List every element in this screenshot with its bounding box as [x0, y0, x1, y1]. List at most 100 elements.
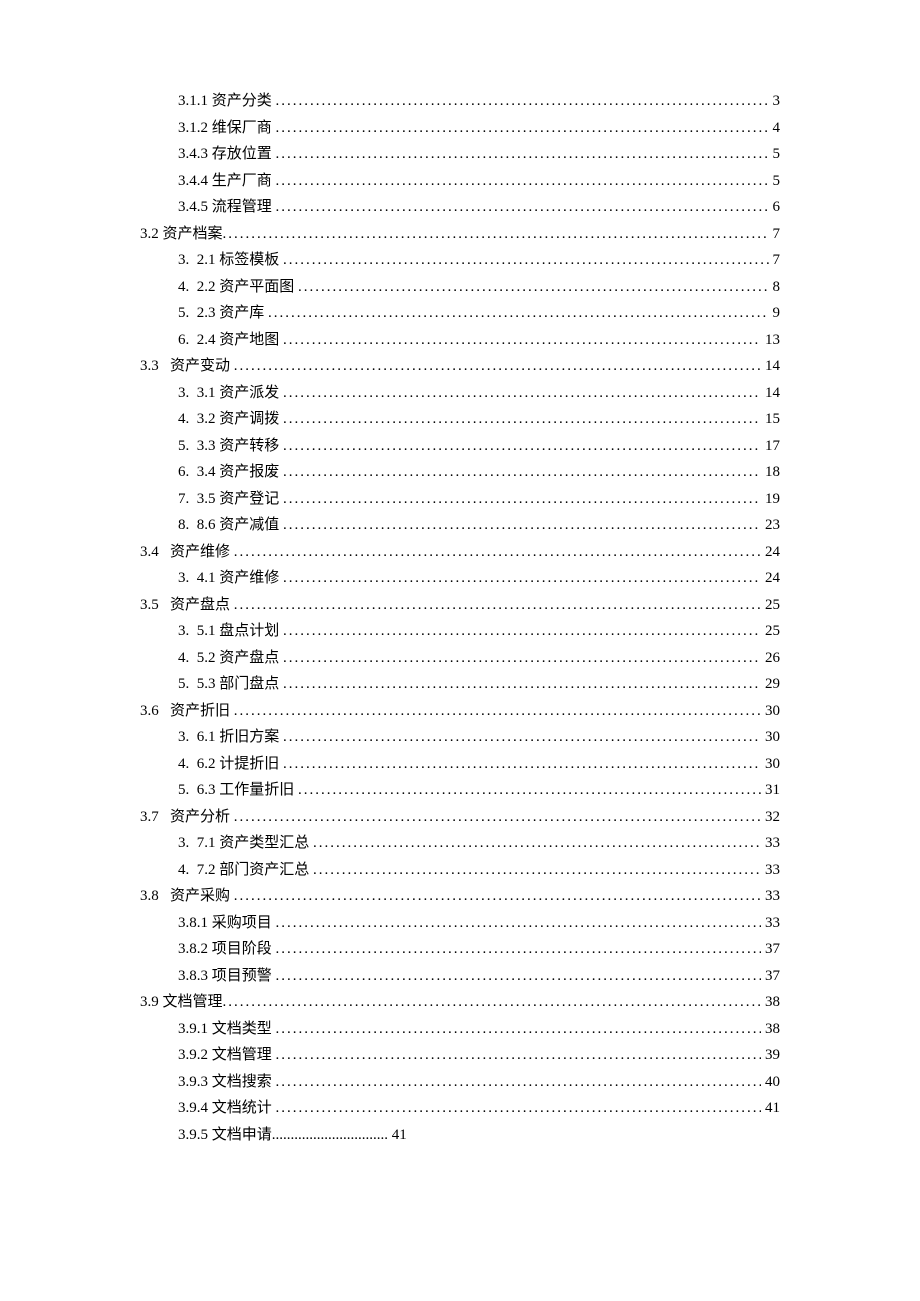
toc-entry[interactable]: 3. 5.1 盘点计划 25	[140, 618, 780, 645]
toc-label: 3.8.3 项目预警	[178, 963, 276, 990]
toc-page-number: 31	[761, 777, 780, 804]
toc-leader-dots	[234, 592, 761, 619]
toc-entry[interactable]: 3.2 资产档案7	[140, 221, 780, 248]
toc-entry[interactable]: 5. 6.3 工作量折旧 31	[140, 777, 780, 804]
toc-label: 3.9.5 文档申请..............................…	[178, 1122, 407, 1149]
toc-leader-dots	[283, 565, 761, 592]
toc-page-number: 30	[761, 724, 780, 751]
toc-label: 3. 4.1 资产维修	[178, 565, 283, 592]
toc-leader-dots	[283, 751, 761, 778]
toc-entry[interactable]: 3.3 资产变动 14	[140, 353, 780, 380]
toc-label: 4. 7.2 部门资产汇总	[178, 857, 313, 884]
toc-label: 3.8.2 项目阶段	[178, 936, 276, 963]
toc-label: 3.6 资产折旧	[140, 698, 234, 725]
toc-entry[interactable]: 3.8.1 采购项目 33	[140, 910, 780, 937]
toc-entry[interactable]: 4. 2.2 资产平面图 8	[140, 274, 780, 301]
toc-label: 3.8.1 采购项目	[178, 910, 276, 937]
toc-container: 3.1.1 资产分类 33.1.2 维保厂商 43.4.3 存放位置 53.4.…	[140, 88, 780, 1148]
toc-label: 3.4 资产维修	[140, 539, 234, 566]
toc-leader-dots	[276, 1069, 761, 1096]
toc-entry[interactable]: 4. 6.2 计提折旧 30	[140, 751, 780, 778]
toc-entry[interactable]: 5. 2.3 资产库 9	[140, 300, 780, 327]
toc-entry[interactable]: 3. 3.1 资产派发 14	[140, 380, 780, 407]
toc-label: 4. 5.2 资产盘点	[178, 645, 283, 672]
toc-entry[interactable]: 3. 4.1 资产维修 24	[140, 565, 780, 592]
toc-label: 4. 2.2 资产平面图	[178, 274, 298, 301]
toc-entry[interactable]: 6. 2.4 资产地图 13	[140, 327, 780, 354]
toc-entry[interactable]: 3.4.3 存放位置 5	[140, 141, 780, 168]
toc-leader-dots	[276, 936, 761, 963]
toc-leader-dots	[223, 989, 761, 1016]
toc-page-number: 30	[761, 751, 780, 778]
toc-entry[interactable]: 3. 6.1 折旧方案 30	[140, 724, 780, 751]
toc-leader-dots	[234, 698, 761, 725]
toc-entry[interactable]: 3.9.3 文档搜索 40	[140, 1069, 780, 1096]
toc-label: 3.9.3 文档搜索	[178, 1069, 276, 1096]
toc-entry[interactable]: 3.6 资产折旧 30	[140, 698, 780, 725]
toc-label: 3.1.1 资产分类	[178, 88, 276, 115]
toc-page-number: 8	[769, 274, 781, 301]
toc-label: 3.9 文档管理	[140, 989, 223, 1016]
toc-label: 6. 2.4 资产地图	[178, 327, 283, 354]
toc-entry[interactable]: 3.9.2 文档管理 39	[140, 1042, 780, 1069]
toc-page-number: 37	[761, 963, 780, 990]
toc-leader-dots	[276, 194, 769, 221]
toc-entry[interactable]: 4. 7.2 部门资产汇总 33	[140, 857, 780, 884]
toc-leader-dots	[313, 830, 761, 857]
toc-entry[interactable]: 6. 3.4 资产报废 18	[140, 459, 780, 486]
toc-page-number: 25	[761, 618, 780, 645]
toc-page-number: 6	[769, 194, 781, 221]
toc-entry[interactable]: 4. 3.2 资产调拨 15	[140, 406, 780, 433]
toc-label: 8. 8.6 资产减值	[178, 512, 283, 539]
toc-entry[interactable]: 3.9.4 文档统计 41	[140, 1095, 780, 1122]
toc-entry[interactable]: 5. 5.3 部门盘点 29	[140, 671, 780, 698]
toc-entry[interactable]: 3.1.1 资产分类 3	[140, 88, 780, 115]
toc-page-number: 15	[761, 406, 780, 433]
toc-page-number: 5	[769, 141, 781, 168]
toc-entry[interactable]: 3.9.1 文档类型 38	[140, 1016, 780, 1043]
toc-leader-dots	[223, 221, 769, 248]
toc-label: 3. 6.1 折旧方案	[178, 724, 283, 751]
toc-label: 4. 3.2 资产调拨	[178, 406, 283, 433]
toc-page-number: 13	[761, 327, 780, 354]
toc-page-number: 7	[769, 247, 781, 274]
toc-label: 3.8 资产采购	[140, 883, 234, 910]
toc-page-number: 24	[761, 539, 780, 566]
toc-entry[interactable]: 3. 2.1 标签模板 7	[140, 247, 780, 274]
toc-page-number: 4	[769, 115, 781, 142]
toc-entry[interactable]: 3. 7.1 资产类型汇总 33	[140, 830, 780, 857]
toc-entry[interactable]: 3.4.5 流程管理 6	[140, 194, 780, 221]
toc-entry[interactable]: 7. 3.5 资产登记 19	[140, 486, 780, 513]
toc-entry[interactable]: 8. 8.6 资产减值 23	[140, 512, 780, 539]
toc-entry[interactable]: 3.4.4 生产厂商 5	[140, 168, 780, 195]
toc-entry[interactable]: 3.9 文档管理38	[140, 989, 780, 1016]
toc-entry[interactable]: 3.8.3 项目预警 37	[140, 963, 780, 990]
toc-entry[interactable]: 5. 3.3 资产转移 17	[140, 433, 780, 460]
toc-entry[interactable]: 3.8 资产采购 33	[140, 883, 780, 910]
toc-leader-dots	[276, 1042, 761, 1069]
toc-label: 3. 2.1 标签模板	[178, 247, 283, 274]
toc-page-number: 39	[761, 1042, 780, 1069]
toc-leader-dots	[276, 141, 769, 168]
toc-entry[interactable]: 3.7 资产分析 32	[140, 804, 780, 831]
toc-page-number: 32	[761, 804, 780, 831]
toc-entry[interactable]: 3.5 资产盘点 25	[140, 592, 780, 619]
toc-leader-dots	[283, 512, 761, 539]
toc-page-number: 3	[769, 88, 781, 115]
toc-leader-dots	[268, 300, 768, 327]
toc-leader-dots	[283, 645, 761, 672]
toc-entry[interactable]: 4. 5.2 资产盘点 26	[140, 645, 780, 672]
toc-leader-dots	[283, 380, 761, 407]
toc-entry[interactable]: 3.8.2 项目阶段 37	[140, 936, 780, 963]
toc-page-number: 23	[761, 512, 780, 539]
toc-page-number: 19	[761, 486, 780, 513]
toc-leader-dots	[283, 406, 761, 433]
toc-entry[interactable]: 3.9.5 文档申请..............................…	[140, 1122, 780, 1149]
toc-entry[interactable]: 3.4 资产维修 24	[140, 539, 780, 566]
toc-label: 3.4.4 生产厂商	[178, 168, 276, 195]
toc-leader-dots	[283, 671, 761, 698]
toc-entry[interactable]: 3.1.2 维保厂商 4	[140, 115, 780, 142]
toc-leader-dots	[276, 88, 769, 115]
toc-leader-dots	[276, 963, 761, 990]
toc-label: 3. 3.1 资产派发	[178, 380, 283, 407]
